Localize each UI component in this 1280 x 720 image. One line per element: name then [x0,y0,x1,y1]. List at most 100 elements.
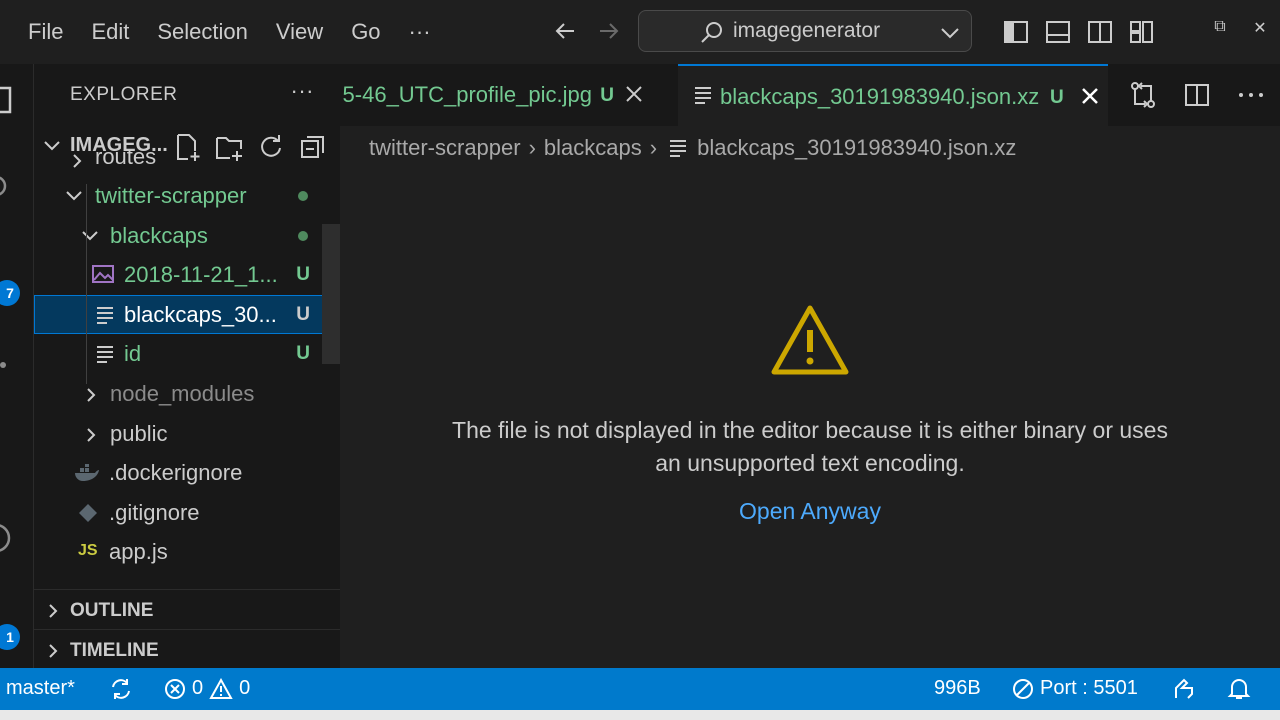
chevron-right-icon [87,388,96,402]
notifications-bell-icon[interactable] [1226,676,1252,702]
split-editor-icon[interactable] [1182,80,1212,110]
breadcrumb-item[interactable]: twitter-scrapper [369,135,521,161]
message-line: The file is not displayed in the editor … [452,417,1168,443]
close-icon[interactable] [622,82,646,106]
file-lines-icon [670,140,687,157]
settings-badge[interactable]: 1 [0,624,20,650]
accounts-icon[interactable] [0,520,14,556]
breadcrumb-item[interactable]: blackcaps_30191983940.json.xz [697,135,1016,161]
tab-blackcaps-json[interactable]: blackcaps_30191983940.json.xz U [678,64,1108,126]
feedback-icon[interactable] [1172,676,1198,702]
chevron-down-icon[interactable] [939,22,961,44]
menu-edit[interactable]: Edit [77,0,143,64]
tree-item-public[interactable]: public [34,414,340,454]
chevron-right-icon [49,644,58,658]
menu-selection[interactable]: Selection [143,0,262,64]
more-actions-icon[interactable] [1236,80,1266,110]
tree-item-label: .gitignore [109,499,200,525]
tree-item-node-modules[interactable]: node_modules [34,374,340,414]
tree-item-blackcaps-json[interactable]: blackcaps_30... U [34,294,340,335]
command-center-search[interactable]: imagegenerator [638,10,972,52]
tree-item-label: routes [95,144,157,169]
toggle-panel-icon[interactable] [1044,18,1072,46]
tree-item-label: app.js [109,539,168,565]
image-file-icon [92,265,114,284]
tree-item-dockerignore[interactable]: .dockerignore [34,453,340,493]
menu-file[interactable]: File [14,0,77,64]
back-arrow-icon[interactable] [550,16,580,46]
timeline-section[interactable]: TIMELINE [34,629,340,668]
error-count: 0 [192,677,204,699]
source-control-badge[interactable]: 7 [0,280,20,306]
chevron-right-icon [73,154,82,168]
chevron-right-icon [49,604,58,618]
untracked-badge: U [600,85,614,106]
message-line: an unsupported text encoding. [655,450,965,476]
live-server-port[interactable]: Port : 5501 [1012,677,1138,700]
restore-window-button[interactable]: ⧉ [1200,18,1240,38]
tab-label: blackcaps_30191983940.json.xz [720,84,1040,109]
file-lines-icon [97,346,113,364]
navigation-arrows [550,16,624,46]
tab-profile-pic[interactable]: 5-46_UTC_profile_pic.jpg U [340,64,662,126]
tree-item-label: 2018-11-21_1... [124,262,278,288]
tree-item-gitignore[interactable]: .gitignore [34,493,340,533]
tree-item-label: .dockerignore [109,460,243,486]
menu-go[interactable]: Go [337,0,394,64]
menu-view[interactable]: View [262,0,337,64]
editor-area: The file is not displayed in the editor … [340,170,1280,668]
explorer-more-actions[interactable]: ··· [291,78,314,104]
modified-dot [298,230,308,241]
activity-bar: 7 1 [0,64,34,668]
explorer-icon[interactable] [0,86,14,116]
error-icon [165,678,185,699]
tree-item-image-file[interactable]: 2018-11-21_1... U [34,255,340,295]
forward-arrow-icon[interactable] [594,16,624,46]
close-window-button[interactable]: ✕ [1240,18,1280,38]
warning-count: 0 [239,677,251,699]
untracked-badge: U [296,343,310,365]
untracked-badge: U [296,264,310,286]
tree-item-label: node_modules [110,380,255,406]
file-size: 996B [934,677,981,699]
sync-icon[interactable] [108,676,134,702]
open-anyway-link[interactable]: Open Anyway [340,498,1280,525]
editor-actions [1128,80,1266,110]
tree-item-blackcaps-folder[interactable]: blackcaps [34,216,340,256]
close-icon[interactable] [1078,84,1102,108]
toggle-secondary-sidebar-icon[interactable] [1086,18,1114,46]
tree-item-id[interactable]: id U [34,334,340,374]
problems-indicator[interactable]: 0 0 [164,677,250,700]
search-icon [701,22,722,43]
window-controls: ⧉ ✕ [1200,18,1280,38]
untracked-badge: U [296,303,310,325]
menu-more[interactable]: ··· [395,0,445,64]
indent-guide [86,184,87,384]
chevron-right-icon [87,427,96,442]
os-taskbar [0,710,1280,720]
extensions-dot [0,362,6,368]
untracked-badge: U [1050,87,1064,108]
tree-item-label: id [124,341,142,367]
explorer-header: EXPLORER ··· [34,64,340,126]
search-text: imagegenerator [733,19,881,42]
tree-item-twitter-scrapper[interactable]: twitter-scrapper [34,176,340,216]
outline-section[interactable]: OUTLINE [34,589,340,629]
file-lines-icon [97,306,113,324]
tree-item-routes[interactable]: routes [34,144,340,176]
open-changes-icon[interactable] [1128,80,1158,110]
layout-controls [1002,18,1156,46]
search-view-icon[interactable] [0,172,14,200]
port-label: Port : 5501 [1040,677,1138,699]
branch-indicator[interactable]: master* [6,677,75,700]
tree-item-app-js[interactable]: JS app.js [34,532,340,572]
toggle-primary-sidebar-icon[interactable] [1002,18,1030,46]
js-icon: JS [78,542,98,560]
breadcrumb-separator: › [528,135,536,160]
customize-layout-icon[interactable] [1128,18,1156,46]
no-entry-icon [1013,678,1033,699]
breadcrumb-item[interactable]: blackcaps [544,135,642,161]
chevron-down-icon [66,191,82,201]
sidebar-scrollbar[interactable] [322,224,340,364]
explorer-sidebar: EXPLORER ··· IMAGEG... routes twitter-sc… [34,64,340,668]
